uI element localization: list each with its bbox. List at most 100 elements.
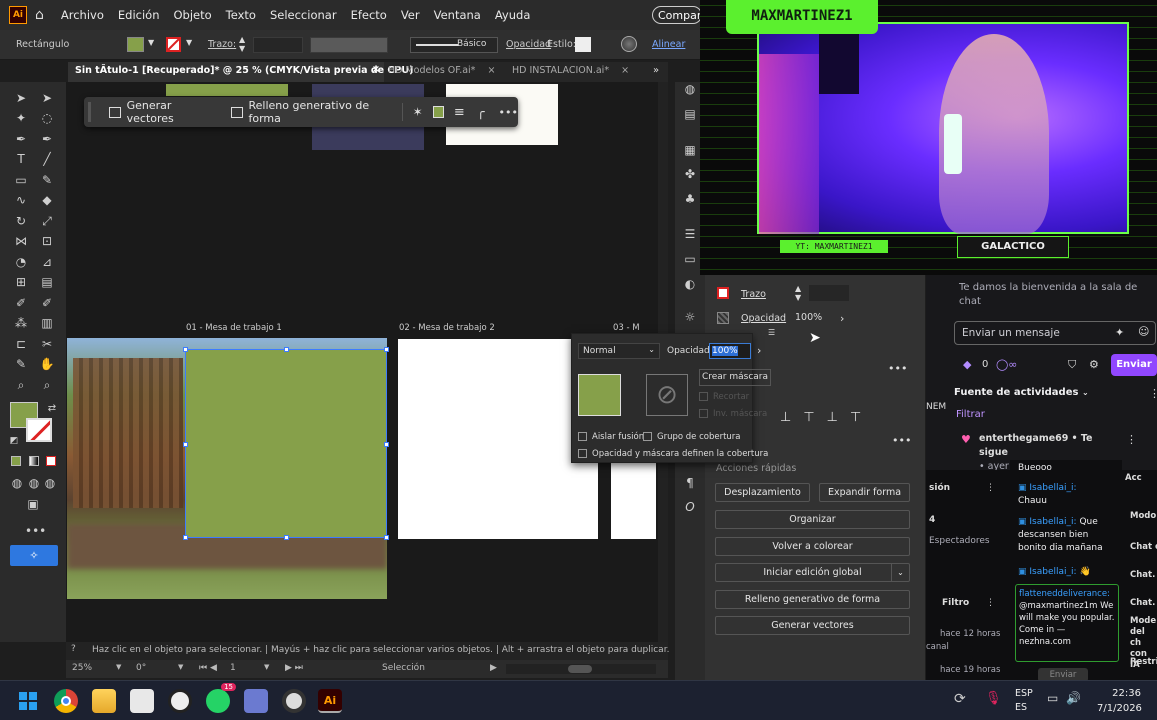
none-mode-icon[interactable]: [46, 456, 56, 466]
symbol-sprayer-icon[interactable]: ⁂: [13, 316, 29, 330]
mesh-tool-icon[interactable]: ⊞: [13, 275, 29, 289]
hand-tool-icon[interactable]: ✋: [39, 357, 55, 371]
appearance-panel-icon[interactable]: ☼: [682, 310, 698, 324]
gear-icon[interactable]: ⚙: [1089, 358, 1099, 371]
magic-icon[interactable]: ✦: [1115, 326, 1124, 339]
opacity-label[interactable]: Opacidad: [741, 313, 786, 324]
artboard-tool-icon[interactable]: ⊏: [13, 337, 29, 351]
align-icons[interactable]: ⊥⊤⊥⊤: [780, 410, 873, 425]
blend-tool-icon[interactable]: ✐: [39, 296, 55, 310]
chevron-down-icon[interactable]: ⌄: [891, 564, 909, 581]
default-colors-icon[interactable]: ◩: [6, 434, 22, 448]
recolor-button[interactable]: Volver a colorear: [715, 537, 910, 556]
whatsapp-icon[interactable]: 15: [206, 683, 236, 713]
send-button[interactable]: Enviar: [1111, 354, 1157, 376]
stroke-swatch[interactable]: [717, 287, 729, 299]
zoom-level[interactable]: 25%: [72, 663, 92, 673]
stroke-weight-field[interactable]: [253, 37, 303, 53]
brush-field[interactable]: Básico: [410, 37, 498, 53]
chevron-down-icon[interactable]: ▼: [186, 38, 192, 47]
chevron-right-icon[interactable]: ›: [840, 312, 844, 325]
fill-swatch[interactable]: [127, 37, 144, 52]
menu-objeto[interactable]: Objeto: [174, 8, 212, 22]
color-mode-icon[interactable]: [11, 456, 21, 466]
menu-edicion[interactable]: Edición: [118, 8, 160, 22]
global-edit-button[interactable]: Iniciar edición global ⌄: [715, 563, 910, 582]
generative-fill-button[interactable]: Relleno generativo de forma: [230, 99, 390, 125]
artboard-2-label[interactable]: 02 - Mesa de trabajo 2: [399, 323, 495, 333]
artboard-number[interactable]: 1: [230, 663, 236, 673]
curvature-tool-icon[interactable]: ✒: [39, 132, 55, 146]
share-button[interactable]: Compart: [652, 6, 702, 24]
rectangle-tool-icon[interactable]: ▭: [13, 173, 29, 187]
stepper-icon[interactable]: ▲ ▼: [239, 35, 245, 53]
illustrator-taskbar-icon[interactable]: Ai: [318, 689, 342, 713]
offset-path-button[interactable]: Desplazamiento: [715, 483, 810, 502]
shield-icon[interactable]: ⛉: [1068, 358, 1076, 372]
channel-points-icon[interactable]: ◯∞: [996, 358, 1017, 371]
more-options-icon[interactable]: ⋮: [986, 598, 995, 608]
chat-input[interactable]: Enviar un mensaje ✦ ☺: [954, 321, 1156, 345]
paintbrush-tool-icon[interactable]: ✎: [39, 173, 55, 187]
more-tools-icon[interactable]: •••: [25, 524, 46, 538]
message-user[interactable]: Isabellai_i:: [1029, 567, 1076, 577]
clock-app-icon[interactable]: [168, 689, 192, 713]
align-icon[interactable]: ≡: [454, 105, 465, 120]
paragraph-icon[interactable]: ¶: [682, 476, 698, 490]
chevron-down-icon[interactable]: ▼: [178, 663, 183, 671]
color-panel-icon[interactable]: ◍: [682, 82, 698, 96]
generate-vectors-button[interactable]: Generar vectores: [715, 616, 910, 635]
microphone-icon[interactable]: 🎙: [985, 691, 1002, 706]
tab-instalacion[interactable]: HD INSTALACION.ai* ×: [512, 65, 629, 76]
type-tool-icon[interactable]: T: [13, 152, 29, 166]
magic-icon[interactable]: ✶: [413, 105, 423, 119]
layers-panel-icon[interactable]: ▦: [682, 143, 698, 157]
swap-colors-icon[interactable]: ⇄: [44, 402, 60, 416]
file-explorer-icon[interactable]: [92, 689, 116, 713]
make-mask-button[interactable]: Crear máscara: [699, 369, 771, 386]
variable-width-field[interactable]: [310, 37, 388, 53]
sync-icon[interactable]: ⟳: [954, 691, 966, 707]
calculator-icon[interactable]: [244, 689, 268, 713]
scale-tool-icon[interactable]: ⤢: [39, 214, 55, 228]
eyedropper-icon[interactable]: ✐: [13, 296, 29, 310]
shaper-tool-icon[interactable]: ∿: [13, 193, 29, 207]
blend-mode-select[interactable]: Normal ⌄: [578, 343, 660, 359]
checkbox[interactable]: [643, 432, 652, 441]
menu-texto[interactable]: Texto: [226, 8, 256, 22]
home-icon[interactable]: ⌂: [35, 7, 44, 23]
horizontal-scrollbar[interactable]: [506, 664, 656, 674]
arrange-button[interactable]: Organizar: [715, 510, 910, 529]
recolor-icon[interactable]: [621, 36, 637, 52]
menu-archivo[interactable]: Archivo: [61, 8, 104, 22]
opacity-input[interactable]: 100%: [709, 343, 751, 359]
ai-generate-tool[interactable]: ✧: [10, 545, 58, 566]
emoji-icon[interactable]: ☺: [1138, 325, 1149, 338]
windows-start-icon[interactable]: [16, 689, 40, 713]
chevron-down-icon[interactable]: ▼: [148, 38, 154, 47]
object-thumbnail[interactable]: [578, 374, 621, 416]
network-icon[interactable]: ▭: [1047, 691, 1058, 705]
magic-wand-icon[interactable]: ✦: [13, 111, 29, 125]
message-user[interactable]: Isabellai_i:: [1029, 483, 1076, 493]
align-label[interactable]: Alinear: [652, 39, 685, 50]
artboard-3-label[interactable]: 03 - M: [613, 323, 640, 333]
opacity-mask-checkbox[interactable]: Opacidad y máscara definen la cobertura: [578, 449, 768, 459]
stroke-color-box[interactable]: [26, 418, 52, 442]
brush-panel-icon[interactable]: ✤: [682, 167, 698, 181]
symbols-panel-icon[interactable]: ♣: [682, 192, 698, 206]
chevron-down-icon[interactable]: ▼: [116, 663, 121, 671]
fill-swatch-mini[interactable]: [432, 106, 444, 118]
pen-tool-icon[interactable]: ✒: [13, 132, 29, 146]
expand-shape-button[interactable]: Expandir forma: [819, 483, 910, 502]
next-artboard-icon[interactable]: ▶ ⏭: [285, 663, 303, 673]
help-icon[interactable]: ?: [71, 644, 76, 654]
notepad-icon[interactable]: [130, 689, 154, 713]
more-options-icon[interactable]: •••: [888, 362, 907, 375]
chevron-down-icon[interactable]: ▼: [264, 663, 269, 671]
corner-icon[interactable]: ╭: [477, 105, 485, 120]
close-icon[interactable]: ×: [487, 65, 495, 76]
zoom-tool-icon-2[interactable]: ⌕: [39, 378, 55, 392]
close-icon[interactable]: ×: [372, 64, 380, 75]
artboard-1-label[interactable]: 01 - Mesa de trabajo 1: [186, 323, 282, 333]
